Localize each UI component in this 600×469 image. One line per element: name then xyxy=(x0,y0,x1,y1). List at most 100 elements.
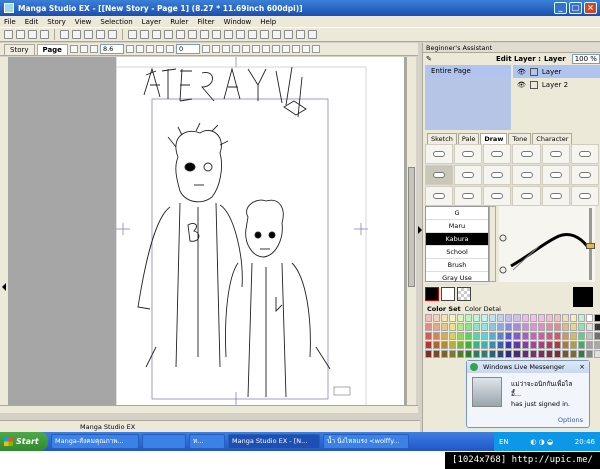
layer-row-1[interactable]: 👁 Layer xyxy=(513,65,600,78)
collapse-left-icon[interactable] xyxy=(2,283,6,291)
polyline-tool-icon[interactable] xyxy=(512,165,541,185)
g-pen-tool-icon[interactable] xyxy=(425,165,454,185)
select-icon[interactable] xyxy=(271,45,280,53)
tab-pale[interactable]: Pale xyxy=(457,133,480,144)
size-icon[interactable] xyxy=(89,45,98,53)
palette-swatch[interactable] xyxy=(521,350,529,358)
arrow-icon[interactable] xyxy=(261,45,270,53)
palette-swatch[interactable] xyxy=(585,323,593,331)
tab-sketch[interactable]: Sketch xyxy=(427,133,457,144)
brush-item-selected[interactable]: Kabura xyxy=(426,233,488,246)
menu-layer[interactable]: Layer xyxy=(142,18,162,26)
palette-swatch[interactable] xyxy=(489,341,497,349)
palette-swatch[interactable] xyxy=(537,332,545,340)
palette-swatch[interactable] xyxy=(521,314,529,322)
manga-page[interactable] xyxy=(115,57,404,408)
brush-item[interactable]: Brush xyxy=(426,259,488,272)
balloon-icon[interactable] xyxy=(260,30,269,39)
palette-swatch[interactable] xyxy=(449,323,457,331)
palette-swatch[interactable] xyxy=(457,341,465,349)
snap-icon[interactable] xyxy=(311,45,320,53)
layer-row-2[interactable]: 👁 Layer 2 xyxy=(513,78,600,91)
palette-swatch[interactable] xyxy=(529,314,537,322)
cut-icon[interactable] xyxy=(60,30,69,39)
zoom-icon[interactable] xyxy=(241,45,250,53)
entire-page-item[interactable]: Entire Page xyxy=(425,65,511,78)
menu-help[interactable]: Help xyxy=(260,18,276,26)
marker-tool-icon[interactable] xyxy=(483,144,512,164)
palette-swatch[interactable] xyxy=(593,341,600,349)
palette-swatch[interactable] xyxy=(465,332,473,340)
palette-swatch[interactable] xyxy=(473,332,481,340)
palette-swatch[interactable] xyxy=(497,350,505,358)
tray-icons[interactable]: ◐ ◑ ◒ xyxy=(530,438,553,446)
palette-swatch[interactable] xyxy=(537,314,545,322)
palette-swatch[interactable] xyxy=(441,323,449,331)
palette-swatch[interactable] xyxy=(553,323,561,331)
text-icon[interactable] xyxy=(248,30,257,39)
palette-swatch[interactable] xyxy=(441,314,449,322)
pen-tool-icon[interactable] xyxy=(425,144,454,164)
palette-swatch[interactable] xyxy=(569,332,577,340)
fit-icon[interactable] xyxy=(231,45,240,53)
settings-icon[interactable] xyxy=(284,30,293,39)
zoom-in-icon[interactable] xyxy=(128,30,137,39)
palette-swatch[interactable] xyxy=(513,332,521,340)
palette-swatch[interactable] xyxy=(577,332,585,340)
snap-icon[interactable] xyxy=(212,30,221,39)
palette-swatch[interactable] xyxy=(489,332,497,340)
palette-swatch[interactable] xyxy=(457,314,465,322)
palette-swatch[interactable] xyxy=(577,323,585,331)
palette-swatch[interactable] xyxy=(481,332,489,340)
palette-swatch[interactable] xyxy=(585,341,593,349)
eye-icon[interactable]: 👁 xyxy=(517,68,526,76)
palette-swatch[interactable] xyxy=(513,323,521,331)
palette-swatch[interactable] xyxy=(553,350,561,358)
brush-icon[interactable] xyxy=(135,45,144,53)
taskbar-item[interactable] xyxy=(142,434,186,449)
palette-swatch[interactable] xyxy=(441,350,449,358)
brush-item[interactable]: School xyxy=(426,246,488,259)
stepper-icon[interactable] xyxy=(125,45,134,53)
taskbar-item[interactable]: ท... xyxy=(189,434,225,449)
pencil-tool-icon[interactable] xyxy=(454,144,483,164)
transparent-swatch[interactable] xyxy=(457,287,471,301)
slider-knob[interactable] xyxy=(586,243,595,249)
hand-tool-icon[interactable] xyxy=(483,186,512,206)
palette-swatch[interactable] xyxy=(521,332,529,340)
brush-item[interactable]: Gray Use xyxy=(426,272,488,285)
undo-icon[interactable] xyxy=(155,45,164,53)
palette-swatch[interactable] xyxy=(465,314,473,322)
palette-swatch[interactable] xyxy=(441,332,449,340)
scrollbar-thumb[interactable] xyxy=(408,167,415,287)
palette-swatch[interactable] xyxy=(505,332,513,340)
move-tool-icon[interactable] xyxy=(454,186,483,206)
brush-item[interactable]: Maru xyxy=(426,220,488,233)
msn-notification[interactable]: Windows Live Messenger × แม่ว่าจะอนิกกัน… xyxy=(466,360,590,428)
palette-swatch[interactable] xyxy=(545,323,553,331)
palette-swatch[interactable] xyxy=(585,332,593,340)
palette-swatch[interactable] xyxy=(529,323,537,331)
palette-swatch[interactable] xyxy=(433,314,441,322)
palette-swatch[interactable] xyxy=(505,323,513,331)
palette-swatch[interactable] xyxy=(577,314,585,322)
save-icon[interactable] xyxy=(28,30,37,39)
palette-swatch[interactable] xyxy=(569,350,577,358)
palette-swatch[interactable] xyxy=(481,323,489,331)
palette-swatch[interactable] xyxy=(529,350,537,358)
guide-icon[interactable] xyxy=(301,45,310,53)
palette-swatch[interactable] xyxy=(457,323,465,331)
move-icon[interactable] xyxy=(291,45,300,53)
canvas-vertical-scrollbar[interactable] xyxy=(406,57,416,405)
brush-list-scrollbar[interactable] xyxy=(489,206,496,282)
maximize-button[interactable]: □ xyxy=(569,2,582,14)
palette-swatch[interactable] xyxy=(481,341,489,349)
palette-swatch[interactable] xyxy=(561,314,569,322)
tone-icon[interactable] xyxy=(236,30,245,39)
palette-swatch[interactable] xyxy=(473,341,481,349)
tab-story[interactable]: Story xyxy=(4,43,35,55)
palette-swatch[interactable] xyxy=(521,323,529,331)
palette-swatch[interactable] xyxy=(497,341,505,349)
palette-swatch[interactable] xyxy=(577,350,585,358)
palette-swatch[interactable] xyxy=(457,350,465,358)
